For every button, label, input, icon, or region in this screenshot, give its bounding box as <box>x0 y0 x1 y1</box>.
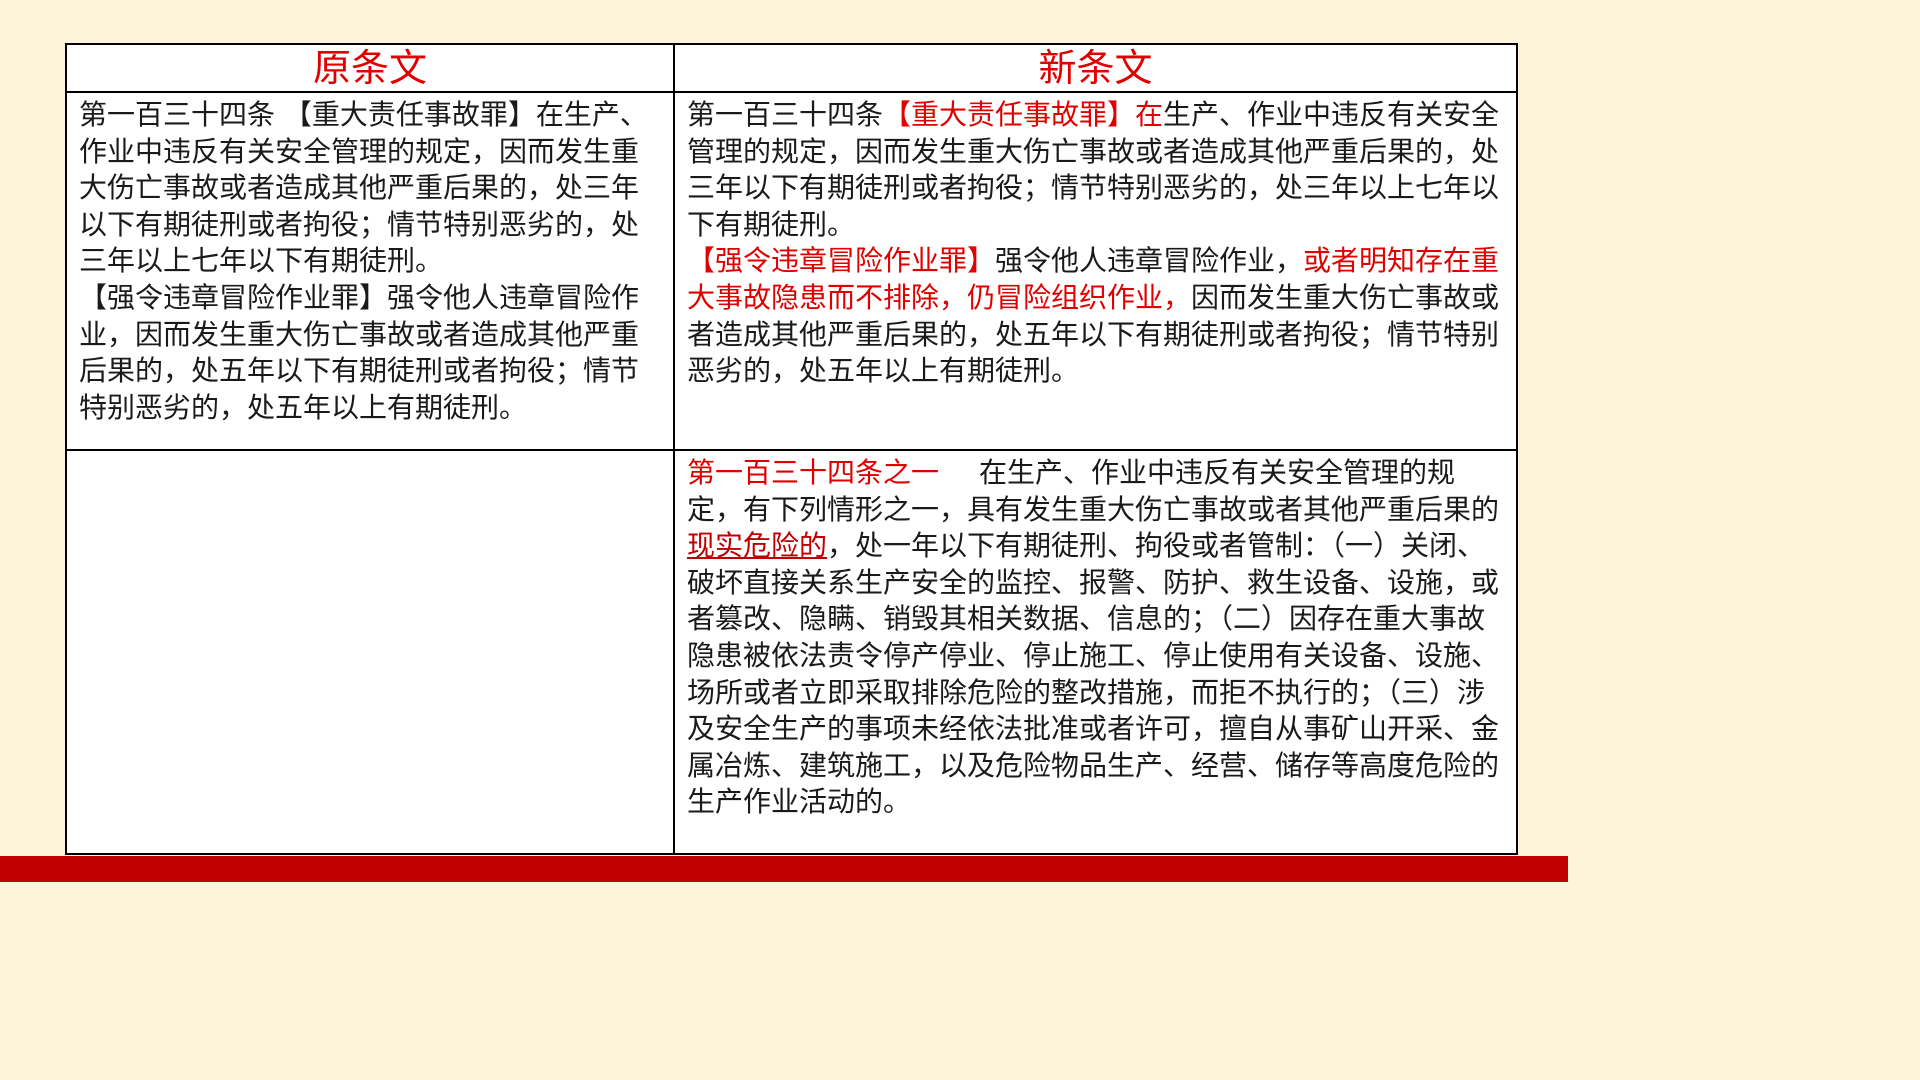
original-article-134-cell: 第一百三十四条 【重大责任事故罪】在生产、作业中违反有关安全管理的规定，因而发生… <box>65 91 675 451</box>
header-original: 原条文 <box>65 43 675 93</box>
original-para-1: 第一百三十四条 【重大责任事故罪】在生产、作业中违反有关安全管理的规定，因而发生… <box>79 98 648 278</box>
new-para-2: 【强令违章冒险作业罪】强令他人违章冒险作业，或者明知存在重大事故隐患而不排除，仍… <box>687 243 1506 389</box>
new-para-1: 第一百三十四条【重大责任事故罪】在生产、作业中违反有关安全管理的规定，因而发生重… <box>687 97 1506 243</box>
table-row: 第一百三十四条之一 在生产、作业中违反有关安全管理的规定，有下列情形之一，具有发生… <box>65 449 1518 855</box>
para-text: ，处一年以下有期徒刑、拘役或者管制：（一）关闭、破坏直接关系生产安全的监控、报警… <box>687 529 1500 819</box>
table-row: 第一百三十四条 【重大责任事故罪】在生产、作业中违反有关安全管理的规定，因而发生… <box>65 91 1518 451</box>
original-empty-cell <box>65 449 675 855</box>
new-article-134-cell: 第一百三十四条【重大责任事故罪】在生产、作业中违反有关安全管理的规定，因而发生重… <box>673 91 1518 451</box>
comparison-table: 原条文 新条文 第一百三十四条 【重大责任事故罪】在生产、作业中违反有关安全管理… <box>65 43 1518 855</box>
para-text: 强令他人违章冒险作业， <box>995 244 1304 278</box>
crime-name-red: 【强令违章冒险作业罪】 <box>687 244 996 278</box>
article-number: 第一百三十四条 <box>687 98 884 131</box>
article-title-red: 第一百三十四条之一 <box>687 456 940 489</box>
underlined-text: 现实危险的 <box>687 529 828 563</box>
crime-name-red: 【重大责任事故罪】在 <box>883 98 1164 131</box>
original-para-2: 【强令违章冒险作业罪】强令他人违章冒险作业，因而发生重大伤亡事故或者造成其他严重… <box>79 280 640 424</box>
header-new: 新条文 <box>673 43 1518 93</box>
new-article-134-1: 第一百三十四条之一 在生产、作业中违反有关安全管理的规定，有下列情形之一，具有发生… <box>687 455 1506 821</box>
new-article-134-1-cell: 第一百三十四条之一 在生产、作业中违反有关安全管理的规定，有下列情形之一，具有发生… <box>673 449 1518 855</box>
table-header-row: 原条文 新条文 <box>65 43 1518 93</box>
bottom-red-bar <box>0 856 1568 882</box>
